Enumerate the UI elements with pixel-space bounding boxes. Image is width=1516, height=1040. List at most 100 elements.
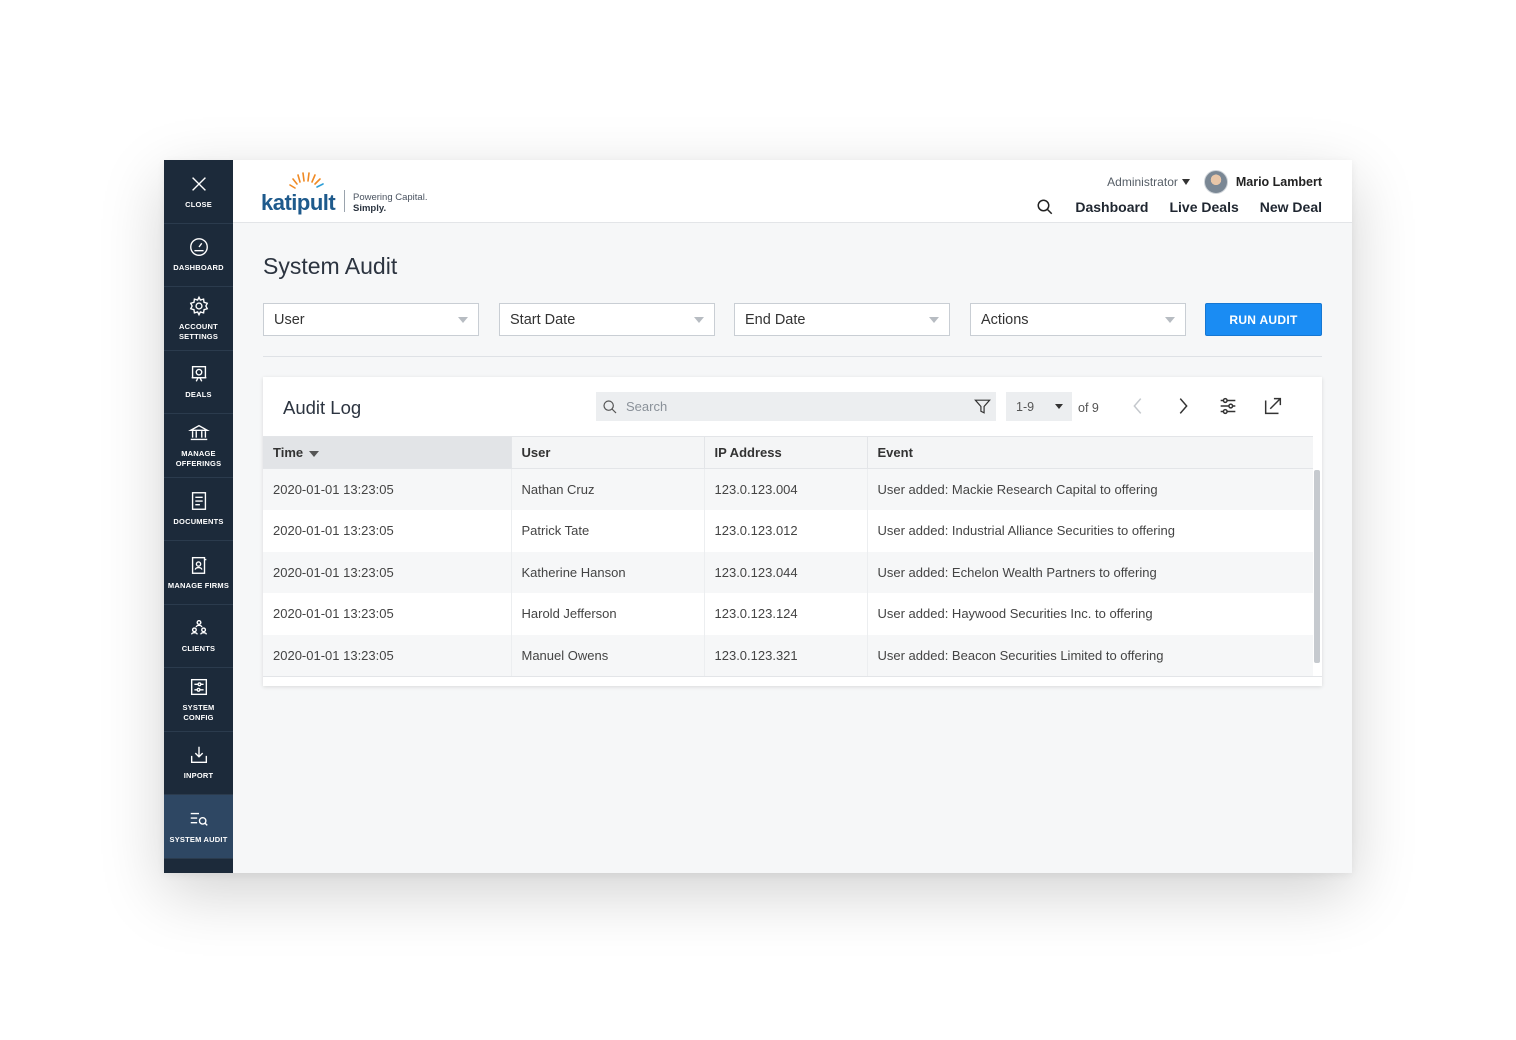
caret-down-icon <box>1181 179 1190 185</box>
logo-separator <box>344 190 345 212</box>
sliders-icon <box>1220 397 1236 415</box>
sidebar-item-dashboard[interactable]: Dashboard <box>164 224 233 287</box>
search-input[interactable] <box>626 399 956 414</box>
sidebar-item-clients[interactable]: Clients <box>164 605 233 668</box>
bank-icon <box>187 424 210 440</box>
role-label: Administrator <box>1107 175 1178 189</box>
nav-link-live-deals[interactable]: Live Deals <box>1169 199 1238 215</box>
cell-time: 2020-01-01 13:23:05 <box>263 593 512 635</box>
sidebar-item-deals[interactable]: Deals <box>164 351 233 414</box>
cell-time: 2020-01-01 13:23:05 <box>263 468 512 510</box>
app-window: Close Dashboard Account Settings Deals M… <box>164 160 1352 873</box>
table-row[interactable]: 2020-01-01 13:23:05 Nathan Cruz 123.0.12… <box>263 468 1313 510</box>
table-footer-edge <box>263 676 1322 686</box>
start-date-filter-select[interactable]: Start Date <box>499 303 715 336</box>
sidebar-item-manage-firms[interactable]: Manage Firms <box>164 541 233 605</box>
cell-ip: 123.0.123.124 <box>704 593 868 635</box>
prev-page-button[interactable] <box>1127 395 1149 417</box>
filter-label: End Date <box>745 311 806 328</box>
chevron-down-icon <box>929 317 939 323</box>
user-name[interactable]: Mario Lambert <box>1236 175 1322 189</box>
logo-wordmark: katipult <box>261 190 336 215</box>
end-date-filter-select[interactable]: End Date <box>734 303 950 336</box>
sidebar-item-label: Inport <box>183 771 214 781</box>
divider <box>263 356 1322 357</box>
logo-tagline: Powering Capital. <box>353 192 428 203</box>
sort-desc-icon <box>309 450 320 457</box>
nav-link-new-deal[interactable]: New Deal <box>1260 199 1322 215</box>
sidebar-item-label: Account Settings <box>178 321 219 341</box>
sidebar-item-manage-offerings[interactable]: Manage Offerings <box>164 414 233 478</box>
logo-sunburst-icon <box>289 172 324 189</box>
people-icon <box>190 620 207 635</box>
top-nav: Dashboard Live Deals New Deal <box>1036 198 1322 216</box>
table-row[interactable]: 2020-01-01 13:23:05 Manuel Owens 123.0.1… <box>263 634 1313 676</box>
katipult-logo[interactable]: katipult Powering Capital. Simply. <box>261 170 436 215</box>
audit-log-title: Audit Log <box>283 397 362 418</box>
table-row[interactable]: 2020-01-01 13:23:05 Harold Jefferson 123… <box>263 593 1313 635</box>
cell-user: Nathan Cruz <box>511 468 705 510</box>
table-scrollbar[interactable] <box>1314 470 1320 663</box>
cell-time: 2020-01-01 13:23:05 <box>263 634 512 676</box>
cell-user: Harold Jefferson <box>511 593 705 635</box>
sidebar-item-label: Dashboard <box>173 263 224 273</box>
page-range-value: 1-9 <box>1016 399 1035 414</box>
sidebar-item-account-settings[interactable]: Account Settings <box>164 287 233 351</box>
column-header-user[interactable]: User <box>511 436 705 469</box>
cell-user: Manuel Owens <box>511 634 705 676</box>
sidebar-item-label: System Audit <box>169 834 228 844</box>
sidebar-item-documents[interactable]: Documents <box>164 478 233 541</box>
cell-user: Patrick Tate <box>511 510 705 552</box>
sidebar-item-system-audit[interactable]: System Audit <box>164 795 233 859</box>
search-icon[interactable] <box>1036 198 1054 216</box>
sidebar-item-system-config[interactable]: System Config <box>164 668 233 732</box>
search-icon <box>602 399 618 415</box>
cell-event: User added: Mackie Research Capital to o… <box>867 468 1313 510</box>
cell-time: 2020-01-01 13:23:05 <box>263 510 512 552</box>
page-range-select[interactable]: 1-9 <box>1006 392 1072 421</box>
gear-icon <box>189 295 208 316</box>
user-menu: Administrator Mario Lambert <box>1107 170 1322 194</box>
chevron-right-icon <box>1179 398 1188 414</box>
cell-user: Katherine Hanson <box>511 551 705 593</box>
cell-event: User added: Beacon Securities Limited to… <box>867 634 1313 676</box>
close-icon <box>191 176 206 191</box>
main-content: System Audit User Start Date End Date Ac… <box>233 223 1352 873</box>
audit-table: Time User IP Address Event 2020-01-01 13… <box>263 436 1313 676</box>
export-icon <box>1264 397 1282 415</box>
column-header-event[interactable]: Event <box>867 436 1313 469</box>
sidebar-item-label: Manage Firms <box>167 580 230 590</box>
sidebar-item-inport[interactable]: Inport <box>164 732 233 795</box>
page-total: of 9 <box>1078 401 1099 415</box>
document-icon <box>191 492 206 511</box>
chevron-down-icon <box>458 317 468 323</box>
cell-event: User added: Echelon Wealth Partners to o… <box>867 551 1313 593</box>
cell-ip: 123.0.123.004 <box>704 468 868 510</box>
run-audit-button[interactable]: RUN AUDIT <box>1205 303 1322 336</box>
filter-funnel-icon[interactable] <box>973 397 992 416</box>
logo-tagline-bold: Simply. <box>353 203 387 214</box>
table-row[interactable]: 2020-01-01 13:23:05 Patrick Tate 123.0.1… <box>263 510 1313 552</box>
chevron-down-icon <box>694 317 704 323</box>
export-button[interactable] <box>1262 395 1284 417</box>
role-dropdown[interactable]: Administrator <box>1107 175 1190 189</box>
cell-time: 2020-01-01 13:23:05 <box>263 551 512 593</box>
audit-search-icon <box>190 812 208 826</box>
caret-down-icon <box>1055 404 1063 409</box>
column-header-ip-address[interactable]: IP Address <box>704 436 868 469</box>
avatar[interactable] <box>1203 170 1228 194</box>
actions-filter-select[interactable]: Actions <box>970 303 1186 336</box>
audit-table-container: Time User IP Address Event 2020-01-01 13… <box>263 436 1322 676</box>
next-page-button[interactable] <box>1172 395 1194 417</box>
nav-link-dashboard[interactable]: Dashboard <box>1075 199 1148 215</box>
cell-event: User added: Haywood Securities Inc. to o… <box>867 593 1313 635</box>
column-settings-button[interactable] <box>1217 395 1239 417</box>
chevron-down-icon <box>1165 317 1175 323</box>
sidebar: Close Dashboard Account Settings Deals M… <box>164 160 233 873</box>
table-row[interactable]: 2020-01-01 13:23:05 Katherine Hanson 123… <box>263 551 1313 593</box>
sidebar-item-label: Documents <box>173 517 224 527</box>
user-filter-select[interactable]: User <box>263 303 479 336</box>
sidebar-item-close[interactable]: Close <box>164 160 233 224</box>
column-header-time[interactable]: Time <box>263 436 512 469</box>
filter-label: Start Date <box>510 311 576 328</box>
